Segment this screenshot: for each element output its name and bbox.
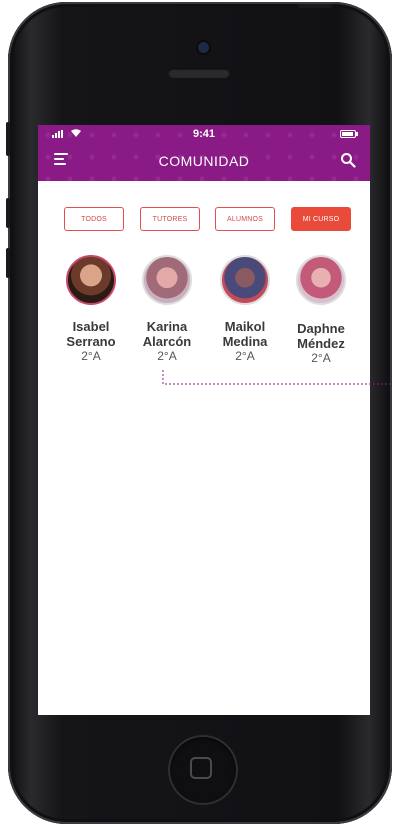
annotation-connector-line (162, 370, 393, 385)
